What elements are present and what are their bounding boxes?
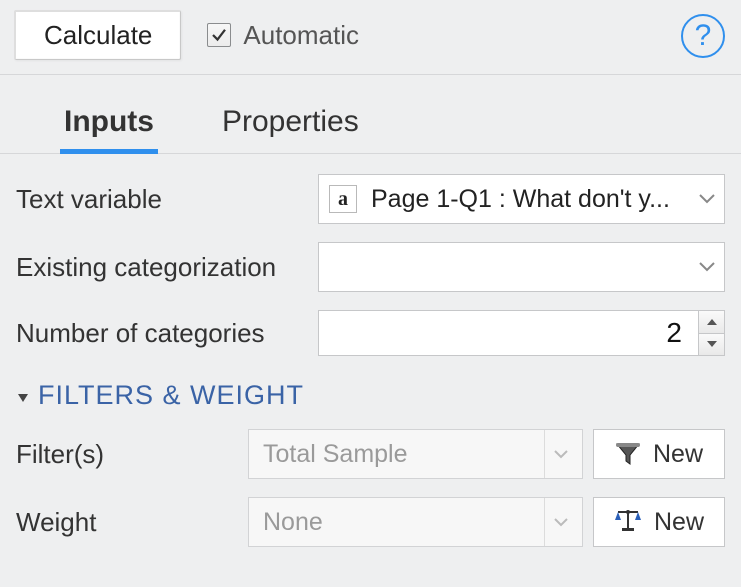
tab-properties[interactable]: Properties — [218, 99, 363, 153]
question-icon: ? — [695, 19, 712, 53]
chevron-down-icon[interactable] — [544, 498, 576, 546]
chevron-down-icon[interactable] — [696, 194, 718, 204]
new-weight-button[interactable]: New — [593, 497, 725, 547]
scale-icon — [614, 510, 642, 534]
tab-inputs[interactable]: Inputs — [60, 99, 158, 153]
filters-value: Total Sample — [263, 440, 544, 469]
text-variable-value: Page 1-Q1 : What don't y... — [371, 185, 696, 214]
top-bar: Calculate Automatic ? — [0, 0, 741, 75]
funnel-icon — [615, 441, 641, 467]
section-collapse-icon — [16, 380, 30, 411]
filters-weight-section-header[interactable]: FILTERS & WEIGHT — [16, 374, 725, 411]
row-filters: Filter(s) Total Sample New — [16, 429, 725, 479]
chevron-down-icon[interactable] — [544, 430, 576, 478]
number-of-categories-stepper[interactable]: 2 — [318, 310, 725, 356]
filters-label: Filter(s) — [16, 439, 248, 470]
existing-categorization-label: Existing categorization — [16, 252, 318, 283]
text-variable-dropdown[interactable]: a Page 1-Q1 : What don't y... — [318, 174, 725, 224]
row-existing-categorization: Existing categorization — [16, 242, 725, 292]
filters-dropdown[interactable]: Total Sample — [248, 429, 583, 479]
new-filter-label: New — [653, 440, 703, 469]
stepper-down-button[interactable] — [699, 334, 724, 356]
chevron-down-icon[interactable] — [696, 262, 718, 272]
tab-bar: Inputs Properties — [0, 75, 741, 154]
caret-up-icon — [707, 319, 717, 325]
row-number-of-categories: Number of categories 2 — [16, 310, 725, 356]
automatic-checkbox[interactable] — [207, 23, 231, 47]
text-type-icon: a — [329, 185, 357, 213]
stepper-buttons — [698, 311, 724, 355]
text-variable-label: Text variable — [16, 184, 318, 215]
number-of-categories-label: Number of categories — [16, 318, 318, 349]
existing-categorization-dropdown[interactable] — [318, 242, 725, 292]
check-icon — [210, 26, 228, 44]
new-weight-label: New — [654, 508, 704, 537]
weight-dropdown[interactable]: None — [248, 497, 583, 547]
caret-down-icon — [707, 341, 717, 347]
automatic-toggle: Automatic — [207, 20, 359, 51]
weight-label: Weight — [16, 507, 248, 538]
section-title: FILTERS & WEIGHT — [38, 380, 304, 411]
weight-value: None — [263, 508, 544, 537]
row-text-variable: Text variable a Page 1-Q1 : What don't y… — [16, 174, 725, 224]
help-button[interactable]: ? — [681, 14, 725, 58]
calculate-button[interactable]: Calculate — [14, 10, 181, 60]
automatic-label: Automatic — [243, 20, 359, 51]
inputs-panel: Text variable a Page 1-Q1 : What don't y… — [0, 154, 741, 547]
row-weight: Weight None New — [16, 497, 725, 547]
new-filter-button[interactable]: New — [593, 429, 725, 479]
number-of-categories-value[interactable]: 2 — [319, 311, 698, 355]
stepper-up-button[interactable] — [699, 311, 724, 334]
